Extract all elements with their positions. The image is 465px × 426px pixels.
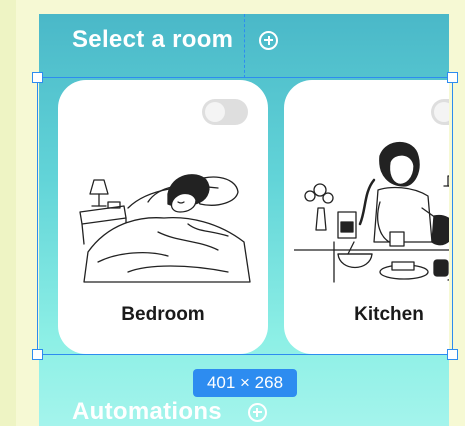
resize-handle-bottom-right[interactable] <box>447 349 458 360</box>
resize-handle-top-right[interactable] <box>447 72 458 83</box>
add-room-plus-icon[interactable] <box>259 30 279 50</box>
select-room-header: Select a room <box>72 25 279 55</box>
automations-header: Automations <box>72 397 267 426</box>
selection-size-badge: 401 × 268 <box>193 369 297 397</box>
add-automation-plus-icon[interactable] <box>247 402 267 422</box>
select-room-title: Select a room <box>72 26 234 53</box>
selection-bounding-box[interactable] <box>37 77 453 355</box>
automations-title: Automations <box>72 398 222 425</box>
vertical-guide-line <box>244 14 245 78</box>
resize-handle-top-left[interactable] <box>32 72 43 83</box>
canvas-left-strip <box>0 0 16 426</box>
resize-handle-bottom-left[interactable] <box>32 349 43 360</box>
